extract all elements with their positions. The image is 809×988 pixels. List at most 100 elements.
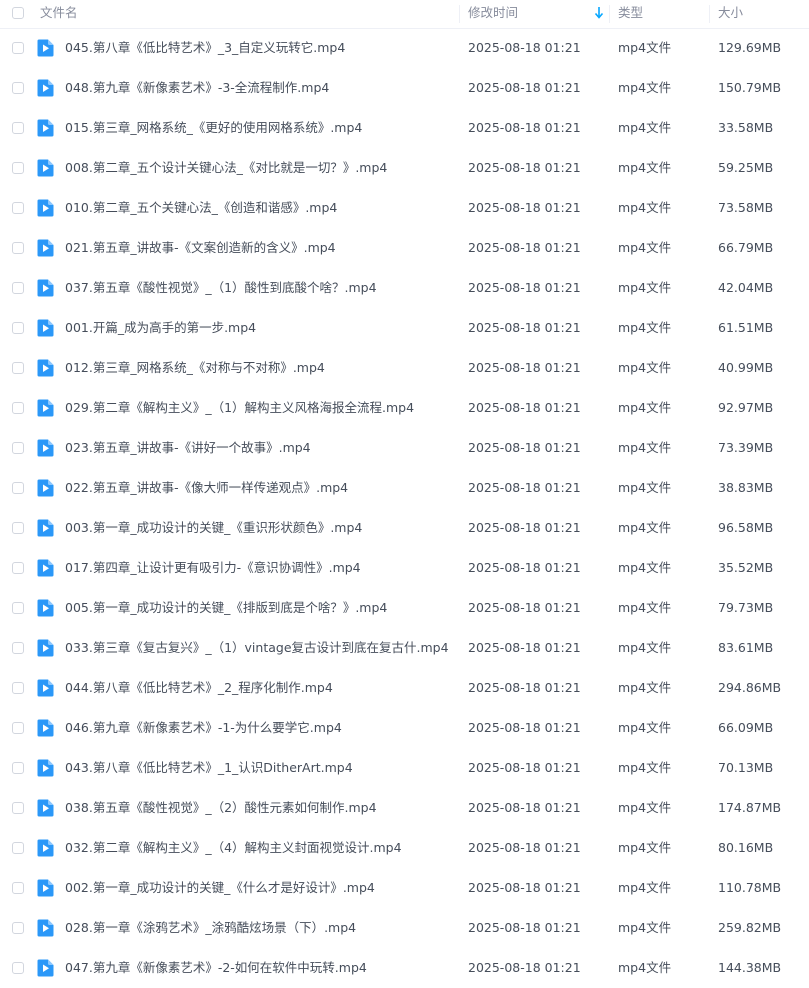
file-row[interactable]: 046.第九章《新像素艺术》-1-为什么要学它.mp4 2025-08-18 01…: [0, 708, 809, 748]
file-name[interactable]: 021.第五章_讲故事-《文案创造新的含义》.mp4: [65, 228, 336, 268]
sort-desc-icon[interactable]: [594, 6, 604, 20]
file-name[interactable]: 005.第一章_成功设计的关键_《排版到底是个啥？》.mp4: [65, 588, 387, 628]
file-row[interactable]: 010.第二章_五个关键心法_《创造和谐感》.mp4 2025-08-18 01:…: [0, 188, 809, 228]
file-size: 150.79MB: [718, 80, 782, 95]
row-checkbox[interactable]: [12, 522, 24, 534]
column-header-name[interactable]: 文件名: [40, 0, 78, 28]
file-name[interactable]: 010.第二章_五个关键心法_《创造和谐感》.mp4: [65, 188, 337, 228]
column-header-size[interactable]: 大小: [718, 0, 743, 28]
file-row[interactable]: 045.第八章《低比特艺术》_3_自定义玩转它.mp4 2025-08-18 01…: [0, 28, 809, 68]
video-file-icon: [37, 439, 54, 457]
row-checkbox[interactable]: [12, 122, 24, 134]
file-row[interactable]: 037.第五章《酸性视觉》_（1）酸性到底酸个啥？.mp4 2025-08-18 …: [0, 268, 809, 308]
file-row[interactable]: 017.第四章_让设计更有吸引力-《意识协调性》.mp4 2025-08-18 0…: [0, 548, 809, 588]
file-row[interactable]: 048.第九章《新像素艺术》-3-全流程制作.mp4 2025-08-18 01:…: [0, 68, 809, 108]
column-divider[interactable]: [709, 5, 710, 23]
file-row[interactable]: 022.第五章_讲故事-《像大师一样传递观点》.mp4 2025-08-18 01…: [0, 468, 809, 508]
file-row[interactable]: 023.第五章_讲故事-《讲好一个故事》.mp4 2025-08-18 01:21…: [0, 428, 809, 468]
row-checkbox[interactable]: [12, 762, 24, 774]
file-row[interactable]: 032.第二章《解构主义》_（4）解构主义封面视觉设计.mp4 2025-08-1…: [0, 828, 809, 868]
row-checkbox[interactable]: [12, 602, 24, 614]
file-name[interactable]: 022.第五章_讲故事-《像大师一样传递观点》.mp4: [65, 468, 348, 508]
file-name[interactable]: 044.第八章《低比特艺术》_2_程序化制作.mp4: [65, 668, 333, 708]
file-name[interactable]: 037.第五章《酸性视觉》_（1）酸性到底酸个啥？.mp4: [65, 268, 377, 308]
file-row[interactable]: 044.第八章《低比特艺术》_2_程序化制作.mp4 2025-08-18 01:…: [0, 668, 809, 708]
file-name[interactable]: 017.第四章_让设计更有吸引力-《意识协调性》.mp4: [65, 548, 361, 588]
file-name[interactable]: 008.第二章_五个设计关键心法_《对比就是一切？》.mp4: [65, 148, 387, 188]
file-name[interactable]: 048.第九章《新像素艺术》-3-全流程制作.mp4: [65, 68, 329, 108]
row-checkbox[interactable]: [12, 162, 24, 174]
row-checkbox[interactable]: [12, 42, 24, 54]
video-file-icon: [37, 919, 54, 937]
file-name[interactable]: 029.第二章《解构主义》_（1）解构主义风格海报全流程.mp4: [65, 388, 414, 428]
column-header-type[interactable]: 类型: [618, 0, 643, 28]
file-row[interactable]: 002.第一章_成功设计的关键_《什么才是好设计》.mp4 2025-08-18 …: [0, 868, 809, 908]
file-type: mp4文件: [618, 360, 672, 375]
file-type: mp4文件: [618, 680, 672, 695]
file-name[interactable]: 002.第一章_成功设计的关键_《什么才是好设计》.mp4: [65, 868, 375, 908]
file-name[interactable]: 047.第九章《新像素艺术》-2-如何在软件中玩转.mp4: [65, 948, 367, 988]
row-checkbox[interactable]: [12, 642, 24, 654]
row-checkbox[interactable]: [12, 242, 24, 254]
file-name[interactable]: 045.第八章《低比特艺术》_3_自定义玩转它.mp4: [65, 28, 345, 68]
file-row[interactable]: 015.第三章_网格系统_《更好的使用网格系统》.mp4 2025-08-18 0…: [0, 108, 809, 148]
file-row[interactable]: 008.第二章_五个设计关键心法_《对比就是一切？》.mp4 2025-08-18…: [0, 148, 809, 188]
file-row[interactable]: 033.第三章《复古复兴》_（1）vintage复古设计到底在复古什.mp4 20…: [0, 628, 809, 668]
file-name[interactable]: 033.第三章《复古复兴》_（1）vintage复古设计到底在复古什.mp4: [65, 628, 449, 668]
file-size: 61.51MB: [718, 320, 774, 335]
file-row[interactable]: 001.开篇_成为高手的第一步.mp4 2025-08-18 01:21 mp4文件…: [0, 308, 809, 348]
row-checkbox[interactable]: [12, 322, 24, 334]
file-name[interactable]: 028.第一章《涂鸦艺术》_涂鸦酷炫场景（下）.mp4: [65, 908, 356, 948]
file-name[interactable]: 046.第九章《新像素艺术》-1-为什么要学它.mp4: [65, 708, 342, 748]
row-checkbox[interactable]: [12, 482, 24, 494]
row-checkbox[interactable]: [12, 442, 24, 454]
file-row[interactable]: 038.第五章《酸性视觉》_（2）酸性元素如何制作.mp4 2025-08-18 …: [0, 788, 809, 828]
file-row[interactable]: 028.第一章《涂鸦艺术》_涂鸦酷炫场景（下）.mp4 2025-08-18 01…: [0, 908, 809, 948]
file-name[interactable]: 015.第三章_网格系统_《更好的使用网格系统》.mp4: [65, 108, 362, 148]
file-row[interactable]: 005.第一章_成功设计的关键_《排版到底是个啥？》.mp4 2025-08-18…: [0, 588, 809, 628]
column-divider[interactable]: [459, 5, 460, 23]
file-row[interactable]: 003.第一章_成功设计的关键_《重识形状颜色》.mp4 2025-08-18 0…: [0, 508, 809, 548]
row-checkbox[interactable]: [12, 802, 24, 814]
video-file-icon: [37, 759, 54, 777]
file-name[interactable]: 032.第二章《解构主义》_（4）解构主义封面视觉设计.mp4: [65, 828, 402, 868]
row-checkbox[interactable]: [12, 722, 24, 734]
column-divider[interactable]: [609, 5, 610, 23]
file-modified-time: 2025-08-18 01:21: [468, 480, 581, 495]
file-modified-time: 2025-08-18 01:21: [468, 520, 581, 535]
file-name[interactable]: 043.第八章《低比特艺术》_1_认识DitherArt.mp4: [65, 748, 353, 788]
file-type: mp4文件: [618, 120, 672, 135]
row-checkbox[interactable]: [12, 402, 24, 414]
video-file-icon: [37, 159, 54, 177]
file-type: mp4文件: [618, 640, 672, 655]
row-checkbox[interactable]: [12, 842, 24, 854]
file-row[interactable]: 029.第二章《解构主义》_（1）解构主义风格海报全流程.mp4 2025-08-…: [0, 388, 809, 428]
file-name[interactable]: 001.开篇_成为高手的第一步.mp4: [65, 308, 256, 348]
file-row[interactable]: 012.第三章_网格系统_《对称与不对称》.mp4 2025-08-18 01:2…: [0, 348, 809, 388]
row-checkbox[interactable]: [12, 562, 24, 574]
file-row[interactable]: 043.第八章《低比特艺术》_1_认识DitherArt.mp4 2025-08-…: [0, 748, 809, 788]
row-checkbox[interactable]: [12, 282, 24, 294]
row-checkbox[interactable]: [12, 882, 24, 894]
file-modified-time: 2025-08-18 01:21: [468, 600, 581, 615]
file-name[interactable]: 023.第五章_讲故事-《讲好一个故事》.mp4: [65, 428, 311, 468]
video-file-icon: [37, 559, 54, 577]
row-checkbox[interactable]: [12, 362, 24, 374]
file-name[interactable]: 003.第一章_成功设计的关键_《重识形状颜色》.mp4: [65, 508, 362, 548]
file-row[interactable]: 047.第九章《新像素艺术》-2-如何在软件中玩转.mp4 2025-08-18 …: [0, 948, 809, 988]
video-file-icon: [37, 839, 54, 857]
video-file-icon: [37, 799, 54, 817]
select-all-checkbox[interactable]: [12, 7, 24, 19]
file-row[interactable]: 021.第五章_讲故事-《文案创造新的含义》.mp4 2025-08-18 01:…: [0, 228, 809, 268]
row-checkbox[interactable]: [12, 202, 24, 214]
row-checkbox[interactable]: [12, 82, 24, 94]
file-type: mp4文件: [618, 560, 672, 575]
file-type: mp4文件: [618, 600, 672, 615]
row-checkbox[interactable]: [12, 922, 24, 934]
row-checkbox[interactable]: [12, 682, 24, 694]
file-size: 66.79MB: [718, 240, 774, 255]
file-name[interactable]: 012.第三章_网格系统_《对称与不对称》.mp4: [65, 348, 325, 388]
row-checkbox[interactable]: [12, 962, 24, 974]
column-header-modified[interactable]: 修改时间: [468, 0, 518, 28]
file-name[interactable]: 038.第五章《酸性视觉》_（2）酸性元素如何制作.mp4: [65, 788, 377, 828]
